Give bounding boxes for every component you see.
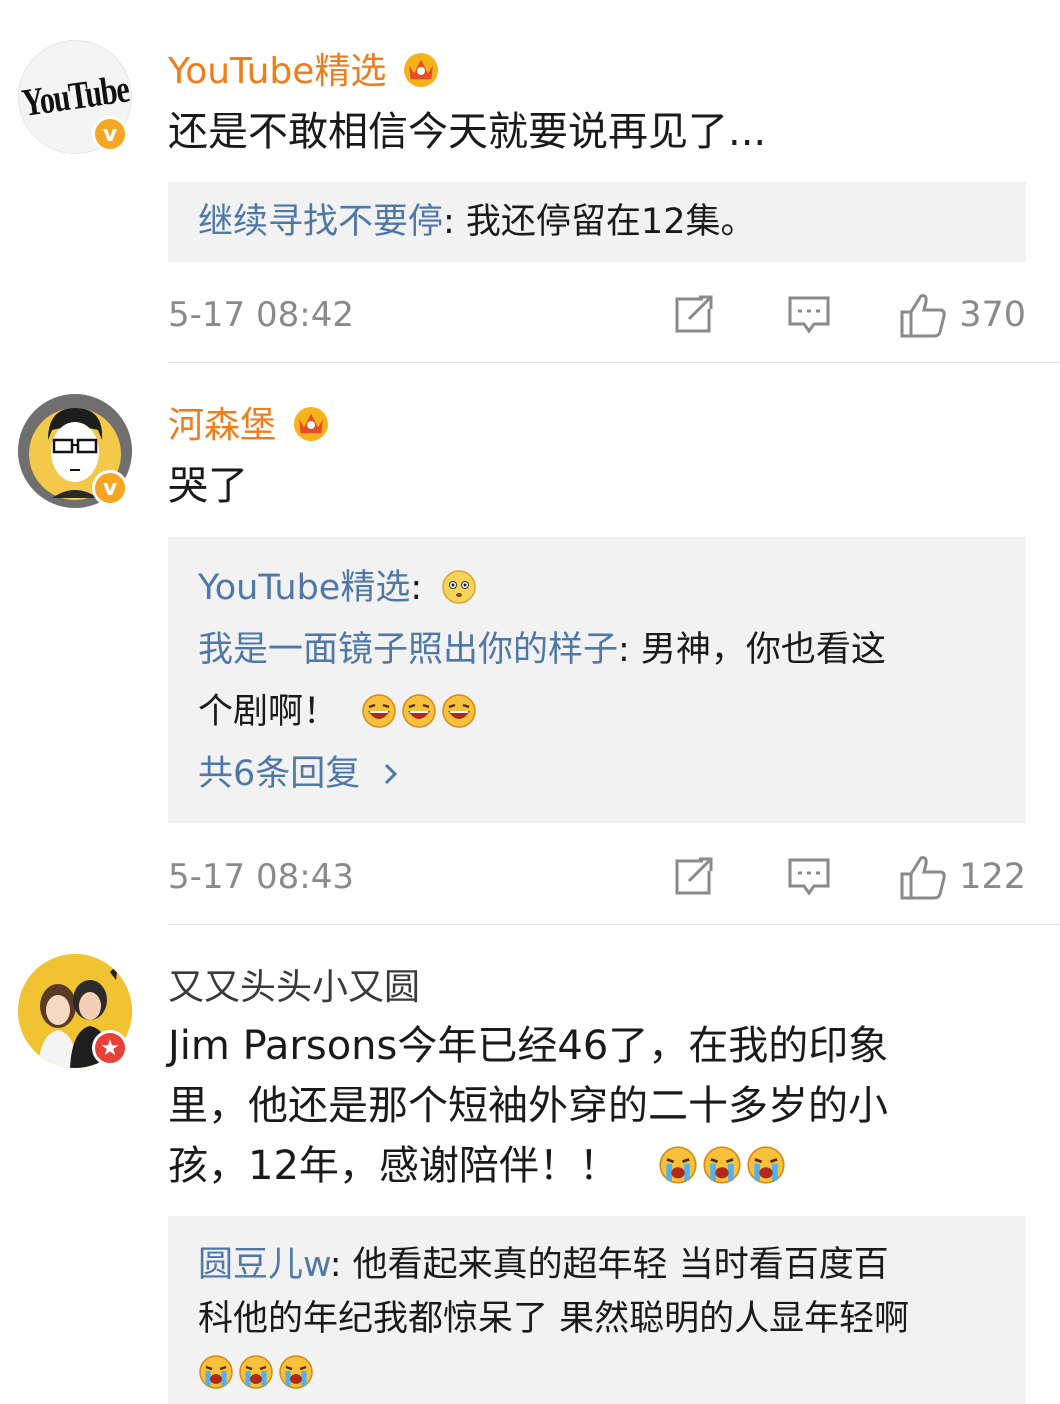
like-button[interactable]: 122 — [899, 854, 1026, 900]
comment-icon — [788, 296, 830, 334]
laughing-face-icon — [402, 694, 436, 728]
verified-star-badge-icon: ★ — [92, 1030, 128, 1066]
repost-button[interactable] — [673, 295, 715, 335]
crying-face-icon — [747, 1146, 785, 1184]
laughing-face-icon — [442, 694, 476, 728]
thumbs-up-icon — [900, 294, 946, 338]
repost-button[interactable] — [673, 857, 715, 897]
reply-text: : 我还停留在12集。 — [443, 202, 756, 242]
crown-vip-icon — [404, 53, 439, 87]
like-count: 370 — [959, 295, 1026, 335]
crying-face-icon — [659, 1146, 697, 1184]
reply-box[interactable]: 圆豆儿w: 他看起来真的超年轻 当时看百度百 科他的年纪我都惊呆了 果然聪明的人… — [168, 1216, 1026, 1404]
comment-meta: 5-17 08:42 370 — [168, 290, 1026, 340]
repost-icon — [675, 295, 713, 333]
verified-badge-icon: v — [92, 116, 128, 152]
avatar-youyoutoutou[interactable]: ★ — [18, 954, 132, 1068]
laughing-face-icon — [362, 694, 396, 728]
thumbs-up-icon — [900, 856, 946, 900]
like-button[interactable]: 370 — [899, 292, 1026, 338]
avatar-hesenbao[interactable]: v — [18, 394, 132, 508]
comment-time: 5-17 08:42 — [168, 295, 354, 335]
comment-meta: 5-17 08:43 122 — [168, 852, 1026, 902]
crying-face-icon — [199, 1355, 233, 1389]
reply-username[interactable]: 圆豆儿w — [198, 1245, 330, 1285]
chevron-right-icon — [385, 763, 398, 785]
repost-icon — [675, 857, 713, 895]
crown-vip-icon — [294, 407, 329, 441]
verified-badge-icon: v — [92, 470, 128, 506]
like-count: 122 — [959, 857, 1026, 897]
comment-button[interactable] — [787, 857, 831, 897]
reply-box[interactable]: 继续寻找不要停: 我还停留在12集。 — [168, 182, 1026, 262]
reply-username[interactable]: 我是一面镜子照出你的样子 — [198, 630, 618, 670]
shocked-face-icon — [442, 570, 477, 604]
reply-username[interactable]: 继续寻找不要停 — [198, 202, 443, 242]
reply-line: 圆豆儿w: 他看起来真的超年轻 当时看百度百 — [198, 1245, 889, 1285]
divider — [168, 362, 1060, 363]
reply-box[interactable]: YouTube精选: 我是一面镜子照出你的样子: 男神，你也看这 个剧啊！ 共6… — [168, 537, 1026, 823]
comment-text: 还是不敢相信今天就要说再见了... — [168, 109, 767, 155]
divider — [168, 924, 1060, 925]
reply-line: 科他的年纪我都惊呆了 果然聪明的人显年轻啊 — [198, 1299, 910, 1339]
comment-button[interactable] — [787, 295, 831, 335]
comment-text: Jim Parsons今年已经46了，在我的印象 里，他还是那个短袖外穿的二十多… — [168, 1023, 889, 1189]
crying-face-icon — [279, 1355, 313, 1389]
more-replies-link[interactable]: 共6条回复 — [198, 743, 996, 805]
comment-username[interactable]: 又又头头小又圆 — [168, 958, 420, 1010]
avatar-youtube[interactable]: YouTube v — [18, 40, 132, 154]
reply-line: 我是一面镜子照出你的样子: 男神，你也看这 — [198, 630, 886, 670]
comment-username[interactable]: YouTube精选 — [168, 42, 442, 94]
reply-line: YouTube精选: — [198, 557, 996, 619]
crying-face-icon — [703, 1146, 741, 1184]
comment-time: 5-17 08:43 — [168, 857, 354, 897]
comment-text: 哭了 — [168, 463, 248, 509]
reply-line: 个剧啊！ — [198, 681, 996, 743]
crying-face-icon — [239, 1355, 273, 1389]
comment-username[interactable]: 河森堡 — [168, 396, 332, 448]
reply-line — [198, 1346, 996, 1400]
comment-icon — [788, 858, 830, 896]
reply-username[interactable]: YouTube精选 — [198, 568, 410, 608]
